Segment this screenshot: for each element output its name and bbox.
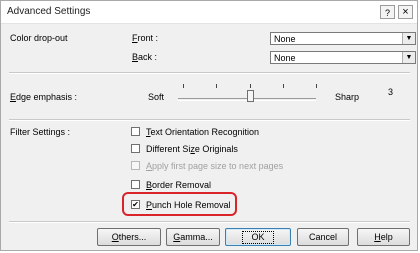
close-button[interactable]: × — [398, 5, 413, 19]
front-dropout-value: None — [274, 34, 296, 44]
slider-tick — [183, 84, 184, 88]
separator — [9, 72, 410, 74]
separator — [9, 119, 410, 121]
apply-first-page-label: Apply first page size to next pages — [146, 161, 284, 171]
different-size-label[interactable]: Different Size Originals — [146, 144, 238, 154]
punch-hole-removal-label[interactable]: Punch Hole Removal — [146, 200, 231, 210]
dialog-content: Color drop-out Front : None ▼ Back : Non… — [1, 23, 417, 252]
chevron-down-icon[interactable]: ▼ — [402, 52, 415, 63]
gamma-button[interactable]: Gamma... — [166, 228, 220, 246]
text-orientation-label[interactable]: Text Orientation Recognition — [146, 127, 259, 137]
back-dropout-select[interactable]: None ▼ — [270, 51, 416, 64]
chevron-down-icon[interactable]: ▼ — [402, 33, 415, 44]
cancel-button[interactable]: Cancel — [297, 228, 349, 246]
help-button[interactable]: Help — [357, 228, 410, 246]
slider-tick — [216, 84, 217, 88]
slider-max-label: Sharp — [335, 92, 360, 102]
punch-hole-removal-checkbox[interactable]: ✔ — [131, 200, 140, 209]
slider-tick — [250, 84, 251, 88]
slider-min-label: Soft — [148, 92, 165, 102]
others-button[interactable]: Others... — [97, 228, 161, 246]
border-removal-checkbox[interactable] — [131, 180, 140, 189]
separator — [9, 221, 410, 223]
text-orientation-checkbox[interactable] — [131, 127, 140, 136]
edge-emphasis-slider-thumb[interactable] — [247, 90, 254, 102]
help-title-button[interactable]: ? — [380, 5, 395, 19]
different-size-checkbox[interactable] — [131, 144, 140, 153]
checkmark-icon: ✔ — [132, 200, 139, 209]
edge-emphasis-label: Edge emphasis : — [10, 92, 78, 102]
ok-button[interactable]: OK — [225, 228, 291, 246]
filter-settings-label: Filter Settings : — [10, 127, 71, 137]
title-bar: Advanced Settings ? × — [1, 1, 417, 24]
dialog-title: Advanced Settings — [7, 6, 91, 17]
back-label: Back : — [132, 52, 158, 62]
back-dropout-value: None — [274, 53, 296, 63]
apply-first-page-checkbox — [131, 161, 140, 170]
advanced-settings-dialog: Advanced Settings ? × Color drop-out Fro… — [0, 0, 418, 251]
front-label: Front : — [132, 33, 159, 43]
slider-tick — [316, 84, 317, 88]
slider-tick — [283, 84, 284, 88]
border-removal-label[interactable]: Border Removal — [146, 180, 211, 190]
front-dropout-select[interactable]: None ▼ — [270, 32, 416, 45]
color-dropout-label: Color drop-out — [10, 33, 68, 43]
edge-emphasis-value: 3 — [388, 87, 394, 97]
